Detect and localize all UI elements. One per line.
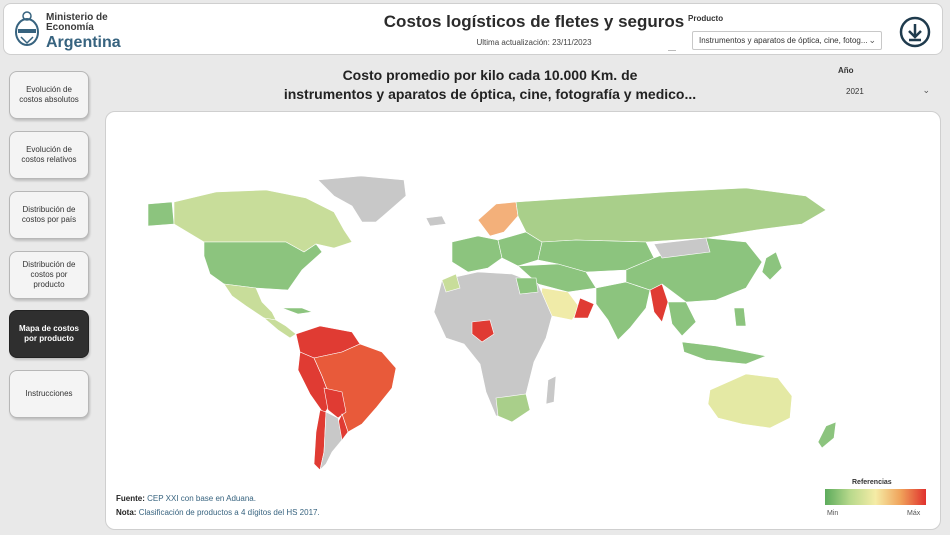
nav-evolucion-relativos[interactable]: Evolución de costos relativos xyxy=(9,131,89,179)
chevron-down-icon: ⌄ xyxy=(922,85,930,95)
source-text: CEP XXI con base en Aduana. xyxy=(147,494,256,503)
last-updated: Ultima actualización: 23/11/2023 xyxy=(476,38,592,47)
country-india[interactable] xyxy=(595,281,651,341)
map-card: Fuente: CEP XXI con base en Aduana. Nota… xyxy=(105,111,941,530)
country-europe-west[interactable] xyxy=(451,235,503,273)
map-title: Costo promedio por kilo cada 10.000 Km. … xyxy=(280,66,700,104)
nav-label: Evolución de costos relativos xyxy=(21,145,77,164)
divider xyxy=(668,50,676,51)
legend-gradient-bar xyxy=(825,489,926,505)
source-notes: Fuente: CEP XXI con base en Aduana. Nota… xyxy=(116,492,320,520)
country-south-africa[interactable] xyxy=(495,393,531,423)
country-africa-nodata[interactable] xyxy=(433,271,553,417)
product-value: Instrumentos y aparatos de óptica, cine,… xyxy=(699,36,868,45)
note-text: Clasificación de productos a 4 dígitos d… xyxy=(138,508,320,517)
country-madagascar[interactable] xyxy=(545,375,557,405)
nav-instrucciones[interactable]: Instrucciones xyxy=(9,370,89,418)
nav-mapa-costos[interactable]: Mapa de costos por producto xyxy=(9,310,89,358)
nav-distribucion-producto[interactable]: Distribución de costos por producto xyxy=(9,251,89,299)
note-line: Nota: Clasificación de productos a 4 díg… xyxy=(116,506,320,520)
world-choropleth-map[interactable] xyxy=(106,112,941,530)
year-value: 2021 xyxy=(846,87,864,96)
year-dropdown[interactable]: 2021 ⌄ xyxy=(838,84,934,100)
country-central-america[interactable] xyxy=(262,317,297,339)
country-scandinavia[interactable] xyxy=(477,201,519,237)
year-label: Año xyxy=(838,66,854,75)
source-line: Fuente: CEP XXI con base en Aduana. xyxy=(116,492,320,506)
source-label: Fuente: xyxy=(116,494,145,503)
note-label: Nota: xyxy=(116,508,137,517)
logo-line2: Economía xyxy=(46,22,94,33)
nav-label: Mapa de costos por producto xyxy=(18,324,79,343)
country-alaska[interactable] xyxy=(147,201,175,227)
download-button[interactable] xyxy=(898,15,932,49)
top-bar: Ministerio de Economía Argentina Costos … xyxy=(3,3,943,55)
country-myanmar[interactable] xyxy=(649,283,669,323)
map-title-line1: Costo promedio por kilo cada 10.000 Km. … xyxy=(342,67,638,83)
product-dropdown[interactable]: Instrumentos y aparatos de óptica, cine,… xyxy=(692,31,882,50)
coat-of-arms-icon xyxy=(15,11,39,46)
country-philippines[interactable] xyxy=(733,307,747,327)
country-caribbean[interactable] xyxy=(281,307,314,315)
country-russia[interactable] xyxy=(515,187,827,243)
nav-label: Distribución de costos por país xyxy=(21,205,77,224)
app-title: Costos logísticos de fletes y seguros xyxy=(383,12,685,31)
download-icon xyxy=(899,16,931,48)
country-indonesia[interactable] xyxy=(681,341,768,365)
legend-title: Referencias xyxy=(852,479,892,486)
map-title-line2: instrumentos y aparatos de óptica, cine,… xyxy=(283,86,697,102)
country-mexico[interactable] xyxy=(223,283,277,321)
country-new-zealand[interactable] xyxy=(817,421,837,449)
nav-label: Evolución de costos absolutos xyxy=(19,85,79,104)
country-australia[interactable] xyxy=(707,373,793,429)
nav-evolucion-absolutos[interactable]: Evolución de costos absolutos xyxy=(9,71,89,119)
country-japan[interactable] xyxy=(761,251,783,281)
nav-label: Distribución de costos por producto xyxy=(22,260,76,289)
country-se-asia[interactable] xyxy=(667,301,697,337)
legend-max: Máx xyxy=(907,510,921,517)
legend-min: Min xyxy=(827,510,839,517)
chevron-down-icon: ⌄ xyxy=(868,35,876,45)
nav-distribucion-pais[interactable]: Distribución de costos por país xyxy=(9,191,89,239)
ministry-logo: Ministerio de Economía Argentina xyxy=(13,9,123,53)
country-iceland[interactable] xyxy=(425,215,447,227)
country-egypt[interactable] xyxy=(515,277,539,295)
nav-label: Instrucciones xyxy=(25,389,73,398)
product-label: Producto xyxy=(688,14,724,23)
country-oman[interactable] xyxy=(573,297,595,319)
logo-line3: Argentina xyxy=(46,34,121,51)
